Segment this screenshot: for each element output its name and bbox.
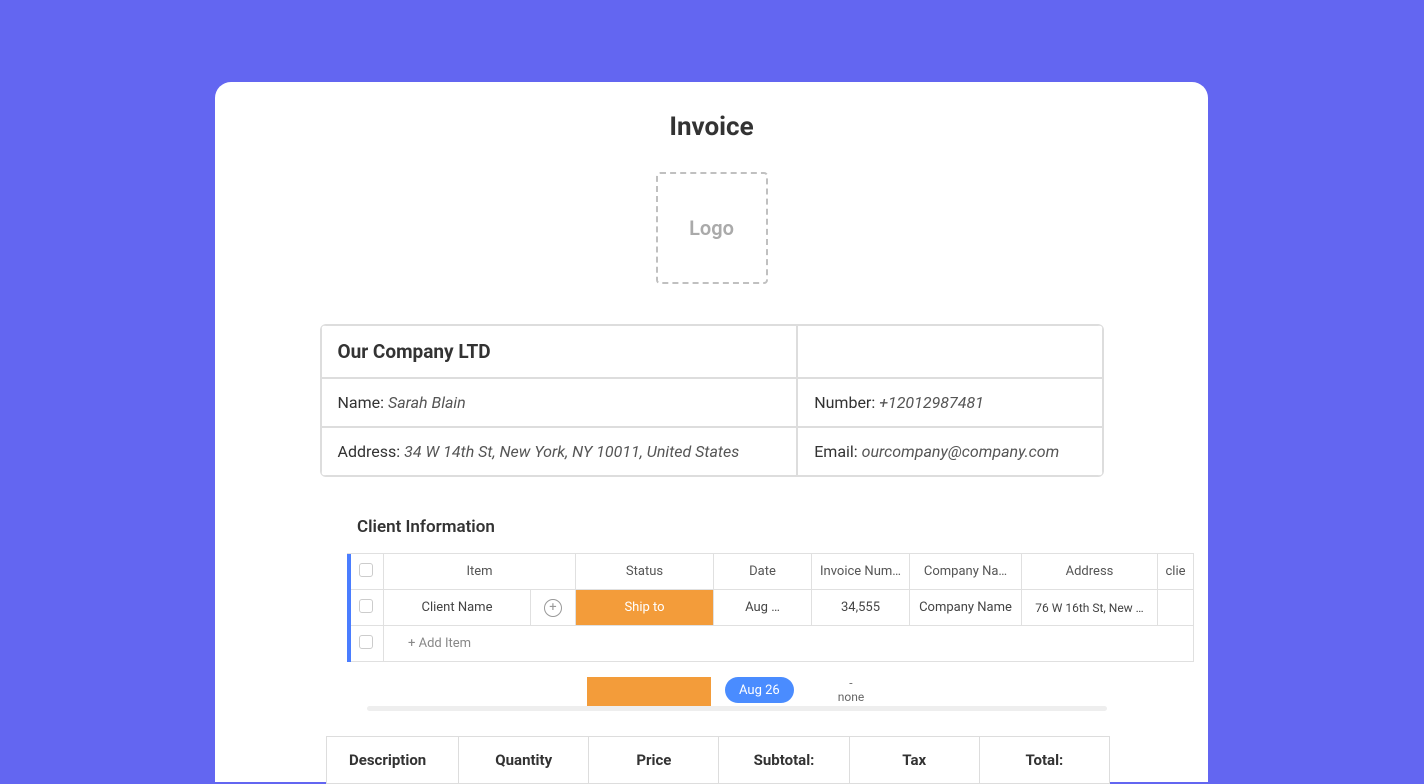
contact-name-label: Name: [338, 393, 385, 412]
row-date-cell[interactable]: Aug … [714, 590, 812, 626]
phone-label: Number: [814, 393, 875, 412]
table-row[interactable]: Client Name + Ship to Aug … 34,555 Compa… [347, 590, 1194, 626]
row-company-name-cell[interactable]: Company Name [910, 590, 1022, 626]
totals-description-header[interactable]: Description [327, 737, 459, 784]
floating-status-block[interactable] [587, 677, 711, 707]
row-status-cell[interactable]: Ship to [576, 590, 714, 626]
address-label: Address: [338, 442, 401, 461]
contact-name-value: Sarah Blain [388, 393, 466, 412]
horizontal-scrollbar[interactable] [367, 706, 1107, 711]
totals-quantity-header[interactable]: Quantity [459, 737, 589, 784]
totals-table: Description Quantity Price Subtotal: Tax… [326, 736, 1110, 784]
row-checkbox-cell[interactable] [348, 590, 384, 626]
none-text: none [838, 690, 864, 704]
header-status[interactable]: Status [576, 554, 714, 590]
floating-none-cell: - none [838, 676, 864, 710]
header-invoice-number[interactable]: Invoice Num… [812, 554, 910, 590]
header-date[interactable]: Date [714, 554, 812, 590]
totals-header-row: Description Quantity Price Subtotal: Tax… [327, 737, 1110, 784]
header-checkbox-cell[interactable] [348, 554, 384, 590]
totals-tax-header[interactable]: Tax [849, 737, 979, 784]
row-invoice-number-cell[interactable]: 34,555 [812, 590, 910, 626]
row-address-cell[interactable]: 76 W 16th St, New … [1022, 590, 1158, 626]
totals-subtotal-header[interactable]: Subtotal: [719, 737, 849, 784]
contact-name-cell[interactable]: Name: Sarah Blain [321, 378, 798, 427]
header-client[interactable]: clie [1158, 554, 1194, 590]
none-dash: - [838, 676, 864, 690]
header-company-name[interactable]: Company Na… [910, 554, 1022, 590]
checkbox-icon [359, 635, 373, 649]
header-address[interactable]: Address [1022, 554, 1158, 590]
row-item-cell[interactable]: Client Name + [384, 590, 576, 626]
add-item-row[interactable]: + Add Item [347, 626, 1194, 662]
company-info-table: Our Company LTD Name: Sarah Blain Number… [320, 324, 1104, 477]
checkbox-icon [359, 599, 373, 613]
header-item[interactable]: Item [384, 554, 576, 590]
add-item-cell[interactable]: + Add Item [384, 626, 1194, 662]
totals-total-header[interactable]: Total: [979, 737, 1109, 784]
company-empty-cell [797, 325, 1102, 378]
company-name: Our Company LTD [338, 340, 491, 363]
add-row-checkbox-cell[interactable] [348, 626, 384, 662]
client-info-section-title: Client Information [357, 517, 1208, 537]
phone-value: +12012987481 [879, 393, 984, 412]
email-label: Email: [814, 442, 857, 461]
logo-placeholder-text: Logo [689, 216, 734, 240]
address-value: 34 W 14th St, New York, NY 10011, United… [404, 442, 739, 461]
row-item-text: Client Name [422, 600, 493, 615]
client-info-table: Item Status Date Invoice Num… Company Na… [347, 553, 1194, 662]
checkbox-icon [359, 563, 373, 577]
totals-price-header[interactable]: Price [589, 737, 719, 784]
email-cell[interactable]: Email: ourcompany@company.com [797, 427, 1102, 476]
logo-upload-placeholder[interactable]: Logo [656, 172, 768, 284]
invoice-document: Invoice Logo Our Company LTD Name: Sarah… [215, 82, 1208, 782]
plus-circle-icon: + [544, 599, 562, 617]
phone-cell[interactable]: Number: +12012987481 [797, 378, 1102, 427]
client-table-container: Item Status Date Invoice Num… Company Na… [347, 553, 1208, 662]
company-name-cell[interactable]: Our Company LTD [321, 325, 798, 378]
floating-date-pill[interactable]: Aug 26 [725, 677, 794, 703]
email-value: ourcompany@company.com [862, 442, 1060, 461]
floating-summary-row: Aug 26 - none [347, 674, 864, 710]
document-title: Invoice [215, 112, 1208, 142]
table-header-row: Item Status Date Invoice Num… Company Na… [347, 554, 1194, 590]
expand-subitems-button[interactable]: + [531, 590, 575, 625]
row-client-cell[interactable] [1158, 590, 1194, 626]
address-cell[interactable]: Address: 34 W 14th St, New York, NY 1001… [321, 427, 798, 476]
